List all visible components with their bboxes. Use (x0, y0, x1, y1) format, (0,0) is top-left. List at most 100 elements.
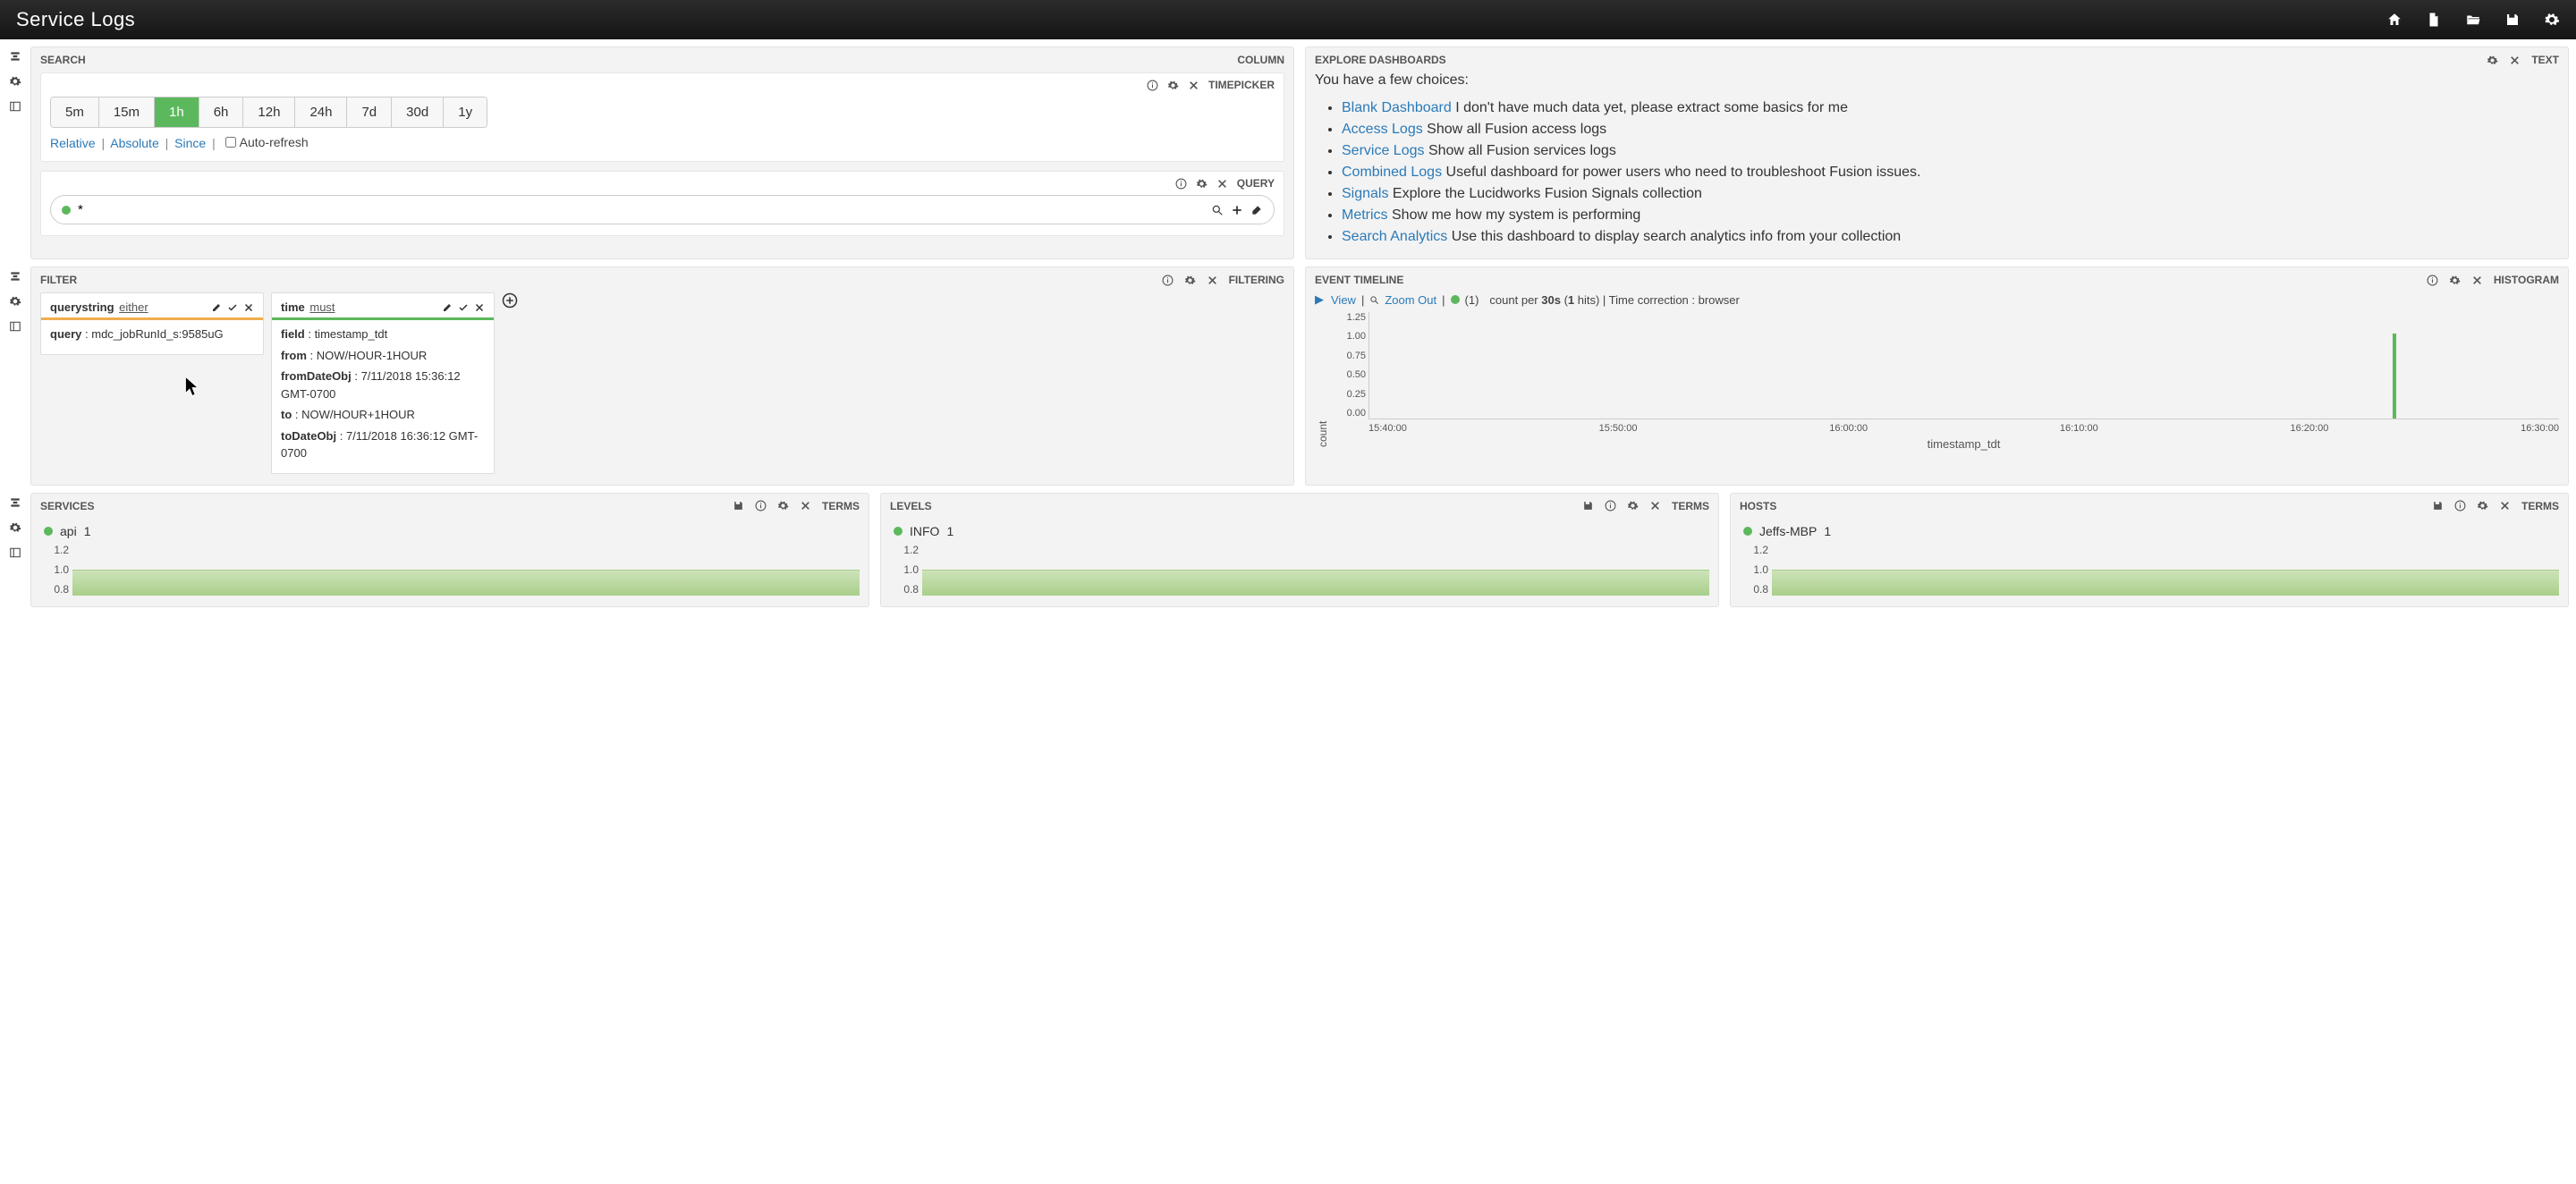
levels-panel: LEVELS TERMS INFO 1 1.21.00.8 (880, 493, 1719, 607)
close-icon[interactable] (1649, 500, 1661, 512)
explore-link[interactable]: Blank Dashboard (1342, 100, 1452, 115)
row-collapse-icon[interactable] (9, 496, 21, 509)
timepicker-option-15m[interactable]: 15m (99, 97, 155, 127)
histogram-xticks: 15:40:0015:50:0016:00:0016:10:0016:20:00… (1368, 419, 2559, 434)
subpanel-label: QUERY (1237, 177, 1275, 190)
timepicker-option-30d[interactable]: 30d (392, 97, 444, 127)
panel-type-label: HISTOGRAM (2494, 274, 2559, 286)
explore-link[interactable]: Service Logs (1342, 143, 1425, 158)
info-icon[interactable] (755, 500, 767, 512)
toggle-icon[interactable] (227, 302, 238, 313)
close-icon[interactable] (800, 500, 811, 512)
gear-icon[interactable] (1627, 500, 1639, 512)
row-settings-icon[interactable] (9, 75, 21, 88)
explore-link[interactable]: Search Analytics (1342, 229, 1447, 244)
event-timeline-panel: EVENT TIMELINE HISTOGRAM ▶ View | Zoom O… (1305, 266, 2569, 486)
timepicker-buttons: 5m15m1h6h12h24h7d30d1y (50, 97, 487, 128)
timepicker-option-5m[interactable]: 5m (51, 97, 99, 127)
timepicker-relative-link[interactable]: Relative (50, 136, 96, 150)
autorefresh-input[interactable] (225, 137, 236, 148)
gear-icon[interactable] (1184, 275, 1196, 286)
info-icon[interactable] (2454, 500, 2466, 512)
save-icon[interactable] (2432, 500, 2444, 512)
terms-legend: Jeffs-MBP 1 (1743, 524, 2559, 538)
timepicker-option-12h[interactable]: 12h (243, 97, 295, 127)
terms-legend: INFO 1 (894, 524, 1709, 538)
terms-plot[interactable]: 1.21.00.8 (72, 544, 860, 596)
new-file-icon[interactable] (2426, 12, 2442, 28)
save-icon[interactable] (2504, 12, 2521, 28)
row-add-panel-icon[interactable] (9, 320, 21, 333)
autorefresh-checkbox[interactable]: Auto-refresh (225, 135, 309, 149)
gear-icon[interactable] (2449, 275, 2461, 286)
edit-icon[interactable] (211, 302, 222, 313)
search-icon[interactable] (1211, 204, 1224, 216)
panel-type-label: TERMS (2521, 500, 2559, 512)
timepicker-option-24h[interactable]: 24h (295, 97, 347, 127)
edit-icon[interactable] (442, 302, 453, 313)
close-icon[interactable] (1188, 80, 1199, 91)
remove-icon[interactable] (243, 302, 254, 313)
clear-query-icon[interactable] (1250, 204, 1263, 216)
gear-icon[interactable] (1196, 178, 1208, 190)
query-input[interactable] (78, 202, 1204, 217)
explore-item: Signals Explore the Lucidworks Fusion Si… (1342, 183, 2559, 205)
terms-bar[interactable] (1772, 570, 2559, 596)
close-icon[interactable] (2509, 55, 2521, 66)
info-icon[interactable] (2427, 275, 2438, 286)
terms-bar[interactable] (72, 570, 860, 596)
terms-plot[interactable]: 1.21.00.8 (922, 544, 1709, 596)
timepicker-option-1y[interactable]: 1y (444, 97, 487, 127)
explore-item: Service Logs Show all Fusion services lo… (1342, 140, 2559, 162)
close-icon[interactable] (2499, 500, 2511, 512)
remove-icon[interactable] (474, 302, 485, 313)
explore-link[interactable]: Metrics (1342, 207, 1388, 223)
settings-icon[interactable] (2544, 12, 2560, 28)
info-icon[interactable] (1162, 275, 1174, 286)
panel-type-label: FILTERING (1229, 274, 1284, 286)
explore-intro: You have a few choices: (1315, 72, 2559, 89)
save-icon[interactable] (733, 500, 744, 512)
row-collapse-icon[interactable] (9, 270, 21, 283)
gear-icon[interactable] (2487, 55, 2498, 66)
top-navbar: Service Logs (0, 0, 2576, 39)
filter-card-time: time must field : timestamp_tdtfrom : NO… (271, 292, 495, 474)
row-add-panel-icon[interactable] (9, 546, 21, 559)
folder-open-icon[interactable] (2465, 12, 2481, 28)
info-icon[interactable] (1175, 178, 1187, 190)
explore-link[interactable]: Combined Logs (1342, 165, 1442, 180)
info-icon[interactable] (1147, 80, 1158, 91)
terms-plot[interactable]: 1.21.00.8 (1772, 544, 2559, 596)
row-collapse-icon[interactable] (9, 50, 21, 63)
close-icon[interactable] (1216, 178, 1228, 190)
row-add-panel-icon[interactable] (9, 100, 21, 113)
histogram-bar[interactable] (2393, 334, 2396, 419)
row-settings-icon[interactable] (9, 521, 21, 534)
timepicker-subpanel: TIMEPICKER 5m15m1h6h12h24h7d30d1y Relati… (40, 72, 1284, 162)
close-icon[interactable] (2471, 275, 2483, 286)
close-icon[interactable] (1207, 275, 1218, 286)
timepicker-option-7d[interactable]: 7d (347, 97, 392, 127)
home-icon[interactable] (2386, 12, 2402, 28)
histogram-plot[interactable]: 1.251.000.750.500.250.00 (1368, 312, 2559, 419)
explore-link[interactable]: Signals (1342, 186, 1388, 201)
explore-link[interactable]: Access Logs (1342, 122, 1423, 137)
save-icon[interactable] (1582, 500, 1594, 512)
panel-type-label: TEXT (2531, 54, 2559, 66)
gear-icon[interactable] (1167, 80, 1179, 91)
gear-icon[interactable] (2477, 500, 2488, 512)
gear-icon[interactable] (777, 500, 789, 512)
add-query-icon[interactable] (1231, 204, 1243, 216)
timepicker-since-link[interactable]: Since (174, 136, 206, 150)
timepicker-option-1h[interactable]: 1h (155, 97, 199, 127)
zoom-out-icon[interactable] (1369, 295, 1379, 305)
row-settings-icon[interactable] (9, 295, 21, 308)
histogram-view-link[interactable]: View (1331, 293, 1356, 307)
terms-bar[interactable] (922, 570, 1709, 596)
timepicker-option-6h[interactable]: 6h (199, 97, 244, 127)
histogram-zoom-link[interactable]: Zoom Out (1385, 293, 1436, 307)
add-filter-icon[interactable] (502, 292, 518, 309)
toggle-icon[interactable] (458, 302, 469, 313)
info-icon[interactable] (1605, 500, 1616, 512)
timepicker-absolute-link[interactable]: Absolute (110, 136, 158, 150)
